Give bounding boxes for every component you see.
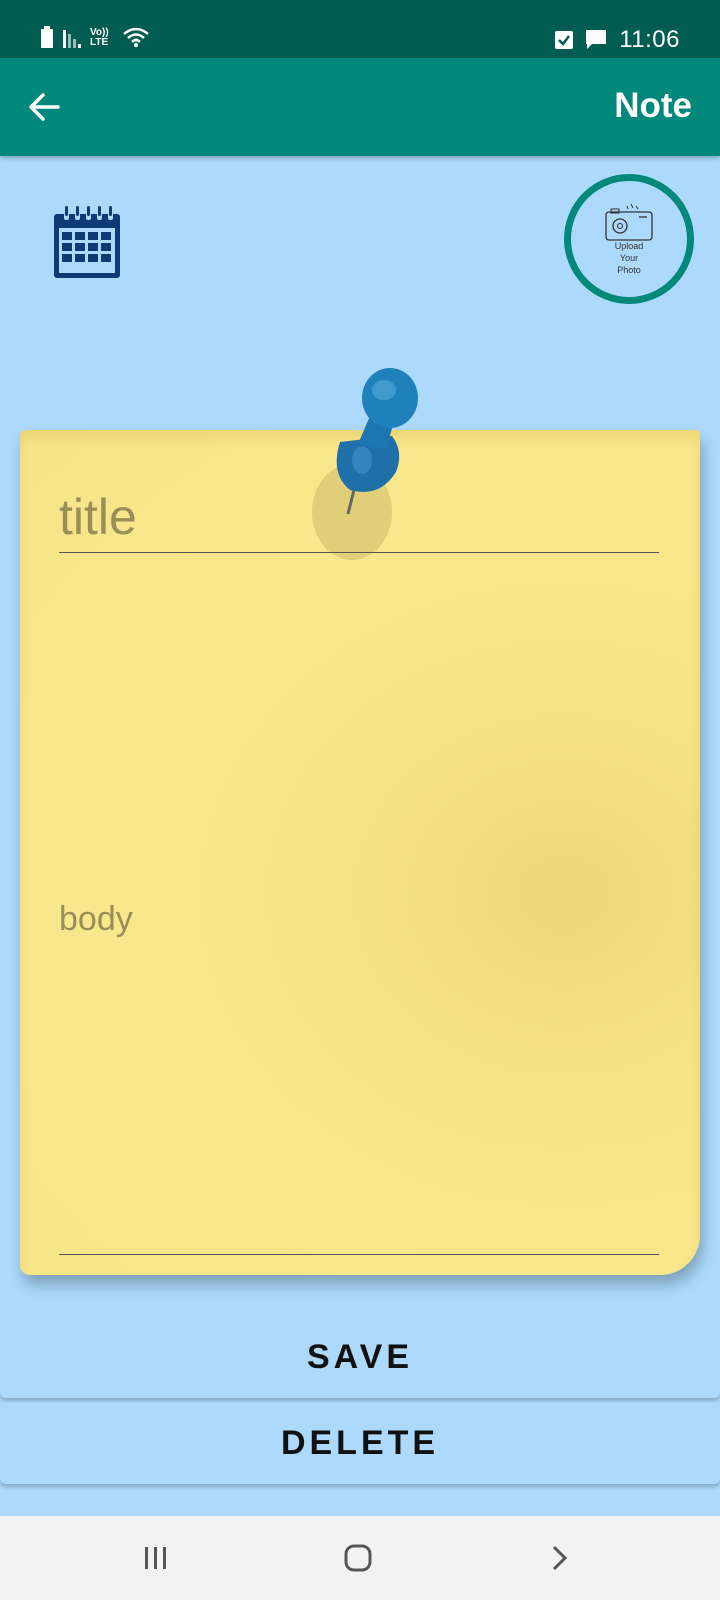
nav-back-button[interactable] [540,1542,580,1574]
battery-icon [41,26,53,48]
push-pin-icon [312,368,418,560]
app-bar: Note [0,58,720,156]
status-right: 11:06 [555,26,680,54]
calendar-button[interactable] [52,206,122,280]
upload-photo-label-line3: Photo [617,265,641,275]
upload-photo-button[interactable]: Upload Your Photo [564,174,694,304]
camera-icon [605,203,653,241]
upload-photo-label: Upload Your Photo [599,240,659,276]
title-placeholder: title [59,489,137,545]
upload-photo-label-line2: Your [619,253,639,263]
system-nav-bar [0,1516,720,1600]
checkbox-notification-icon [555,31,574,49]
calendar-icon [54,206,120,278]
body-placeholder: body [59,900,133,938]
volte-icon: Vo)) LTE [90,27,109,48]
wifi-icon [123,27,149,47]
arrow-left-icon [29,93,60,121]
status-left: Vo)) LTE [40,26,150,48]
message-notification-icon [586,30,607,49]
status-time: 11:06 [619,26,680,53]
back-button[interactable] [22,85,66,129]
home-icon [344,1544,372,1572]
delete-button[interactable]: DELETE [0,1402,720,1484]
status-bar: Vo)) LTE 11:06 [0,0,720,58]
recent-apps-button[interactable] [136,1542,176,1574]
recent-apps-icon [145,1547,166,1569]
chevron-right-icon [552,1545,568,1571]
save-button[interactable]: SAVE [0,1316,720,1398]
upload-photo-label-line1: Upload [614,241,644,251]
signal-icon [63,30,81,48]
page-title: Note [614,86,692,125]
body-input[interactable]: body [59,560,659,1255]
home-button[interactable] [338,1542,378,1574]
